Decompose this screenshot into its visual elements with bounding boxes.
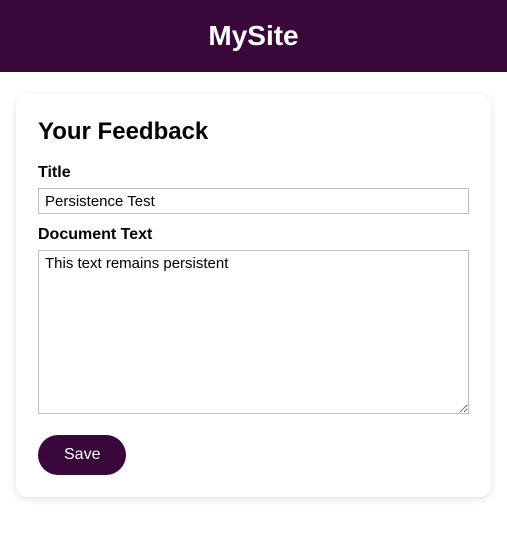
page-content: Your Feedback Title Document Text Save xyxy=(0,72,507,519)
document-text-label: Document Text xyxy=(38,226,469,244)
document-text-textarea[interactable] xyxy=(38,250,469,414)
site-title: MySite xyxy=(208,20,298,52)
save-button[interactable]: Save xyxy=(38,435,126,475)
feedback-card: Your Feedback Title Document Text Save xyxy=(16,94,491,497)
form-heading: Your Feedback xyxy=(38,118,469,146)
site-header: MySite xyxy=(0,0,507,72)
title-input[interactable] xyxy=(38,188,469,214)
title-label: Title xyxy=(38,164,469,182)
